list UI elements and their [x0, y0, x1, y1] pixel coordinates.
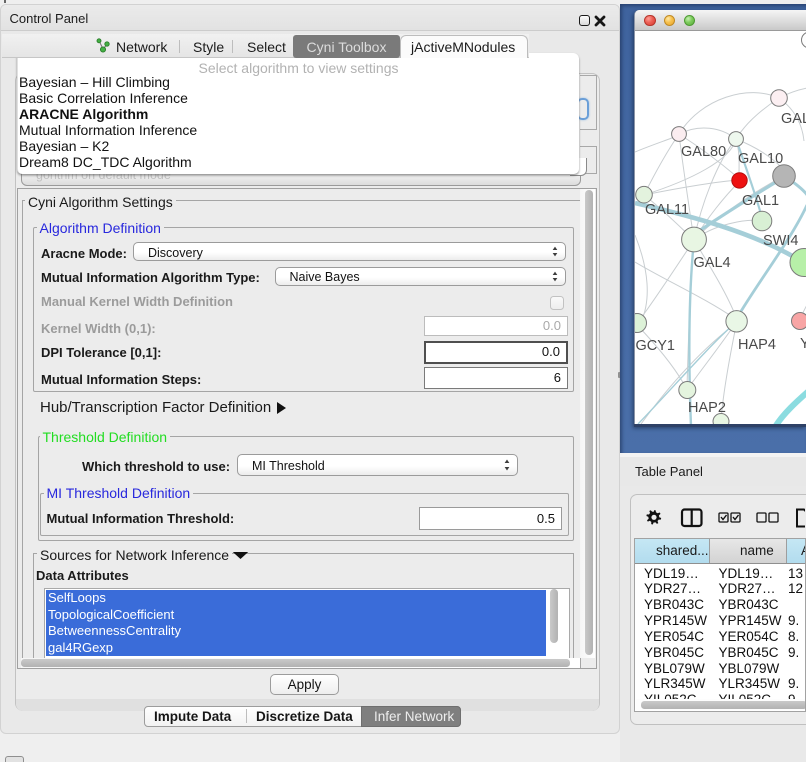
svg-text:SWI4: SWI4: [763, 233, 798, 249]
svg-text:GAL10: GAL10: [738, 151, 783, 167]
svg-text:Y: Y: [800, 336, 806, 352]
svg-text:GAL1: GAL1: [742, 193, 779, 209]
svg-text:GAL80: GAL80: [681, 144, 726, 160]
svg-text:GAL11: GAL11: [645, 202, 689, 218]
svg-text:HAP2: HAP2: [688, 400, 726, 416]
svg-text:GAL4: GAL4: [694, 255, 731, 271]
svg-text:HAP4: HAP4: [738, 337, 776, 353]
svg-text:GCY1: GCY1: [636, 338, 676, 354]
svg-text:GAL7: GAL7: [781, 111, 806, 127]
